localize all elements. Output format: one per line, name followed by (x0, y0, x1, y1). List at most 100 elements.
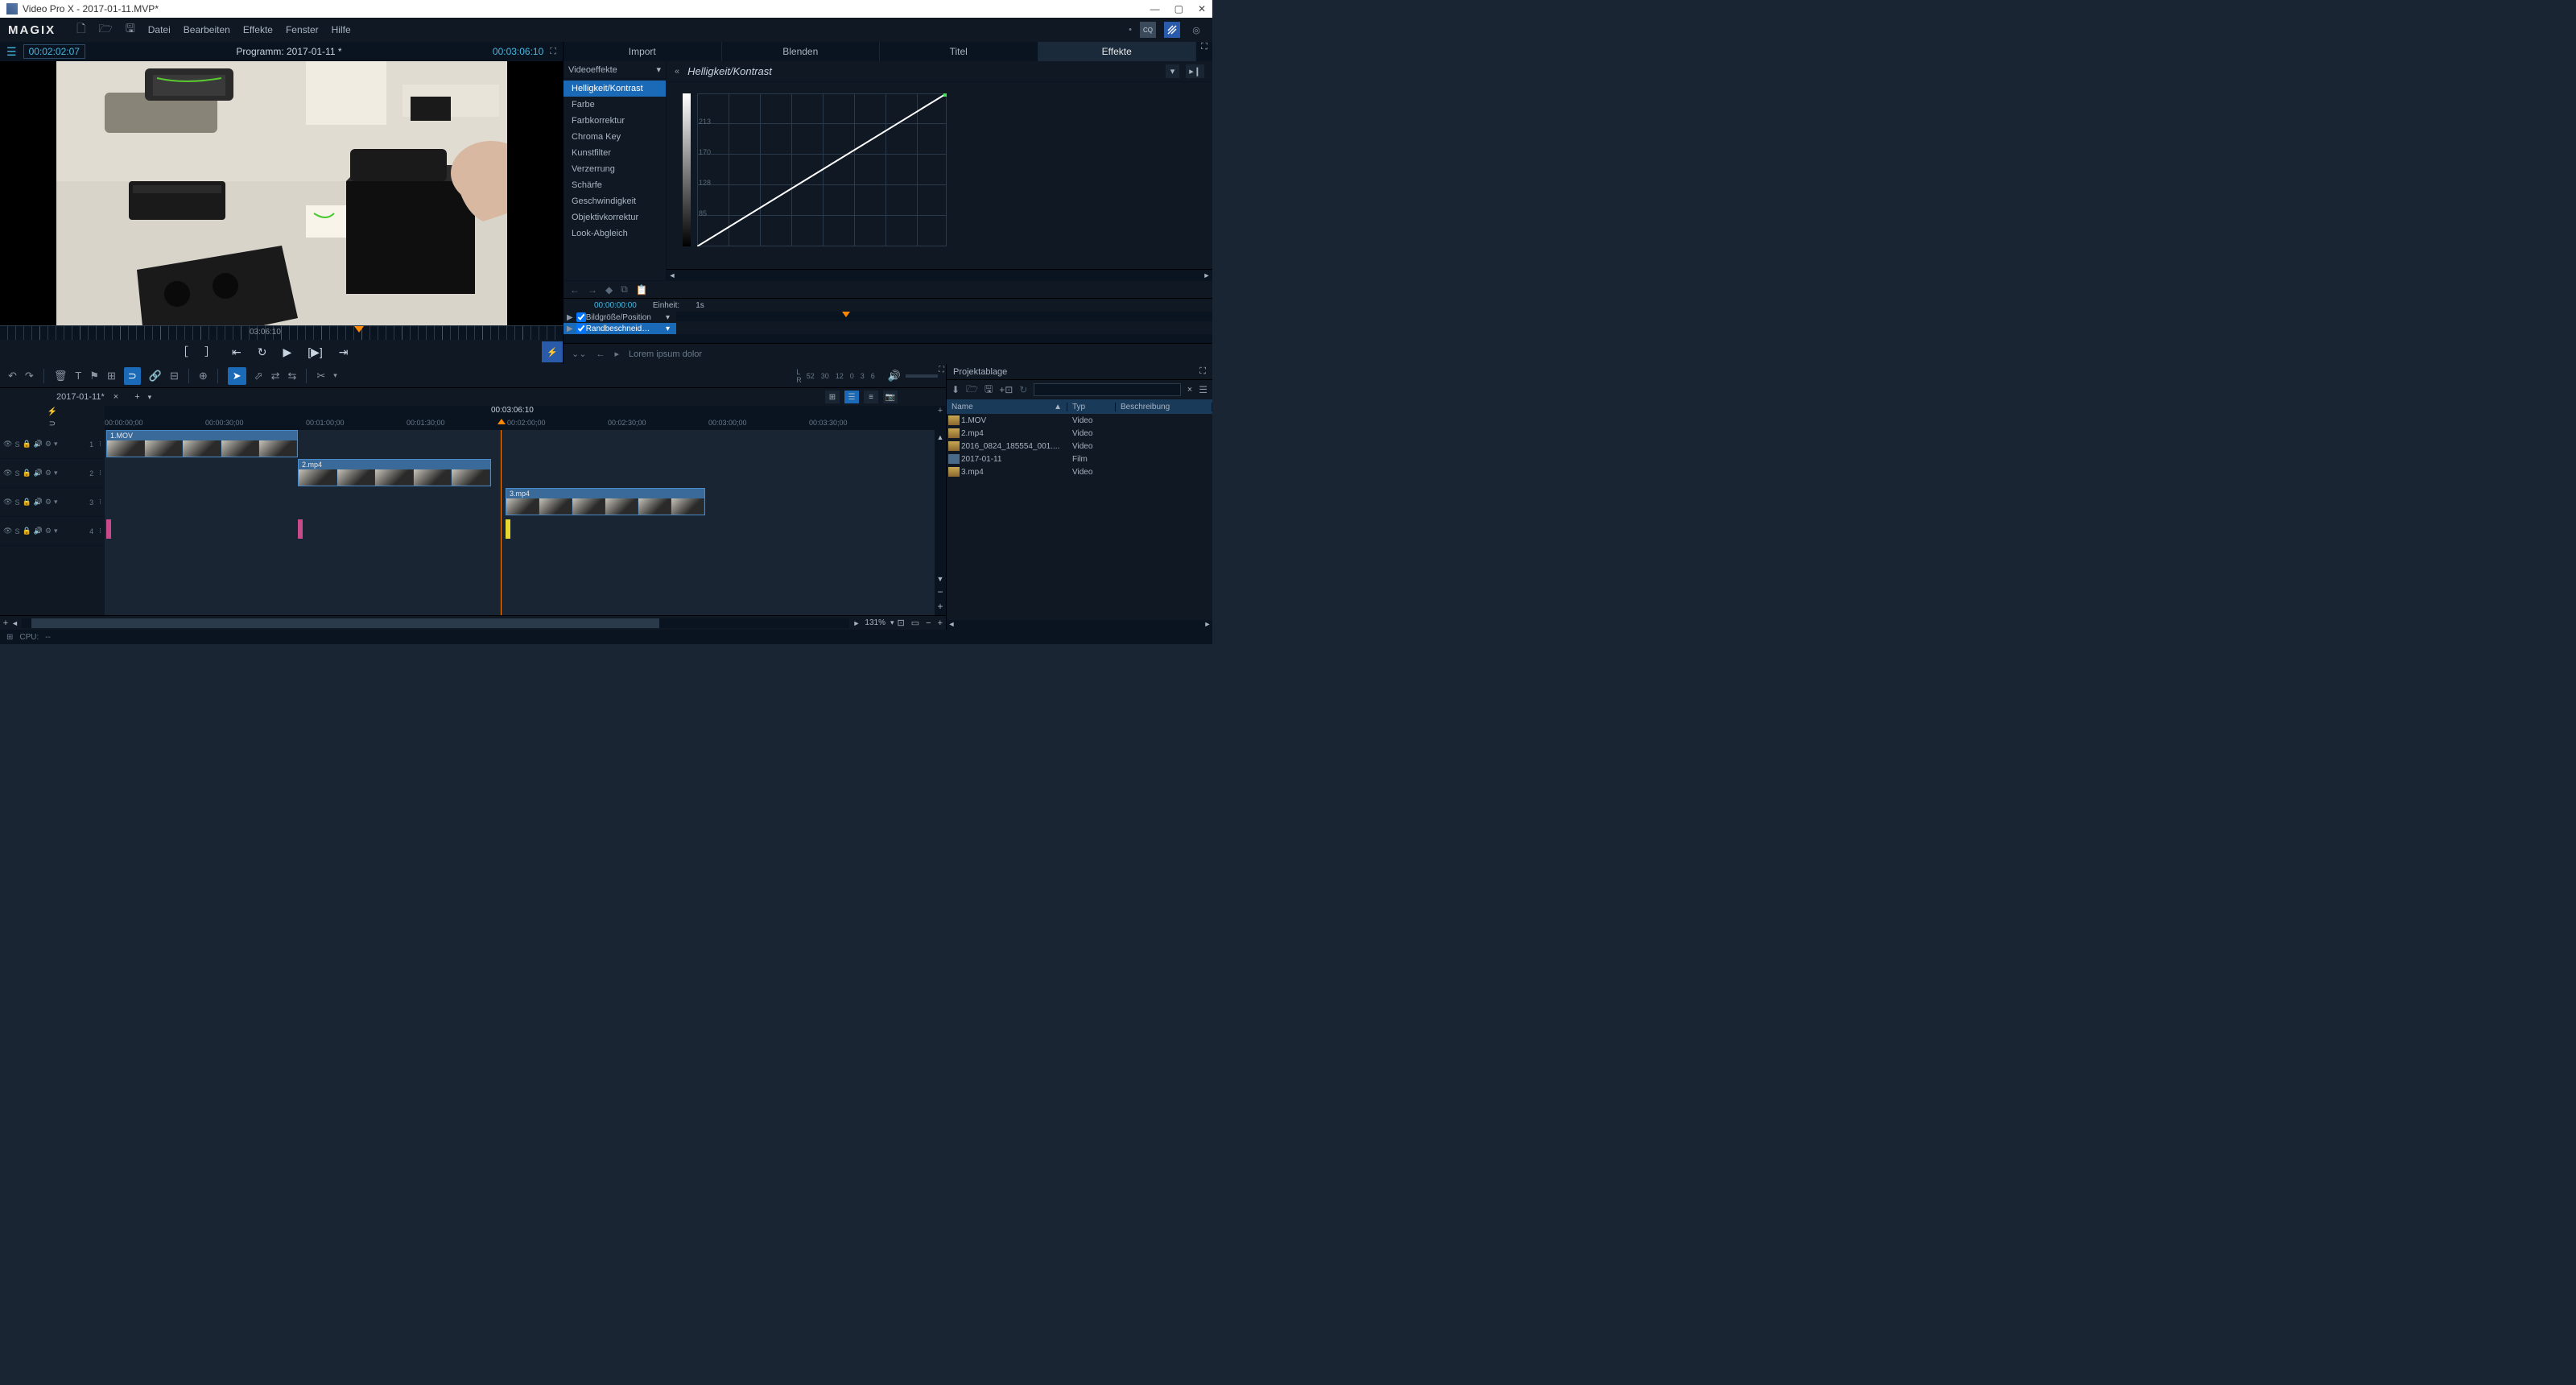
menu-file[interactable]: Datei (148, 24, 171, 35)
playhead-icon[interactable] (497, 419, 506, 424)
scroll-left-tl-icon[interactable]: ◄ (11, 619, 19, 627)
scroll-up-icon[interactable]: ▲ (937, 433, 944, 441)
speaker-icon[interactable]: 🔊 (34, 440, 43, 449)
menu-edit[interactable]: Bearbeiten (184, 24, 230, 35)
arrow-tool-icon[interactable]: ➤ (228, 367, 246, 385)
goto-start-icon[interactable]: ⇤ (232, 345, 242, 359)
fx-skip-icon[interactable]: ▸❙ (1186, 64, 1204, 78)
list-view-icon[interactable]: ☰ (1199, 384, 1208, 395)
scroll-down-icon[interactable]: ▼ (937, 575, 944, 583)
project-row[interactable]: 3.mp4Video (947, 465, 1212, 478)
speaker-icon[interactable]: 🔊 (888, 370, 901, 382)
slip-tool-icon[interactable]: ⇄ (271, 370, 280, 382)
lightning-icon[interactable]: ⚡ (542, 341, 563, 362)
tab-dropdown-icon[interactable]: ▾ (148, 393, 152, 402)
zoom-in-icon[interactable]: + (935, 618, 946, 628)
fx-item-helligkeitkontrast[interactable]: Helligkeit/Kontrast (564, 81, 666, 97)
new-folder-icon[interactable]: 🗁 (966, 382, 978, 399)
select-tool-icon[interactable]: ⬀ (254, 370, 263, 382)
scroll-right-icon[interactable]: ► (1201, 271, 1212, 279)
eye-icon[interactable]: 👁 (3, 498, 12, 506)
fx-preset-dropdown-icon[interactable]: ▾ (1166, 64, 1180, 78)
prev-keyframe-icon[interactable]: ← (570, 284, 580, 296)
kf-playhead-icon[interactable] (842, 312, 850, 317)
close-tab-icon[interactable]: × (114, 392, 118, 402)
view-grid-icon[interactable]: ⊞ (825, 391, 840, 403)
undo-icon[interactable]: ↶ (8, 370, 17, 382)
view-list-icon[interactable]: ☰ (844, 391, 859, 403)
add-tab-icon[interactable]: + (134, 392, 139, 402)
scroll-left-icon[interactable]: ◄ (667, 271, 678, 279)
fx-item-kunstfilter[interactable]: Kunstfilter (564, 145, 666, 161)
redo-icon[interactable]: ↷ (25, 370, 34, 382)
stripes-icon[interactable] (1164, 22, 1180, 38)
lightning-small-icon[interactable]: ⚡ (47, 407, 57, 416)
col-desc[interactable]: Beschreibung (1116, 403, 1212, 411)
project-h-scrollbar[interactable]: ◄ ► (947, 620, 1212, 630)
play-icon[interactable]: ▶ (283, 345, 291, 359)
forward-arrow-icon[interactable]: ▸ (614, 349, 619, 359)
timecode-in[interactable]: 00:02:02:07 (23, 44, 85, 59)
kf-check-2[interactable] (576, 324, 586, 333)
add-marker-icon[interactable]: + (935, 406, 946, 416)
new-bin-icon[interactable]: +⊡ (999, 384, 1013, 395)
import-media-icon[interactable]: ⬇ (952, 384, 960, 395)
eye-icon[interactable]: 👁 (3, 469, 12, 478)
menu-window[interactable]: Fenster (286, 24, 319, 35)
paste-keyframe-icon[interactable]: 📋 (636, 284, 648, 296)
kf-check-1[interactable] (576, 312, 586, 322)
kf-timecode[interactable]: 00:00:00:00 (594, 301, 637, 310)
fx-item-geschwindigkeit[interactable]: Geschwindigkeit (564, 193, 666, 209)
tab-blend[interactable]: Blenden (722, 42, 881, 61)
open-folder-icon[interactable]: 🗁 (98, 20, 112, 39)
tab-effects[interactable]: Effekte (1038, 42, 1197, 61)
eye-icon[interactable]: 👁 (3, 527, 12, 535)
project-row[interactable]: 2.mp4Video (947, 427, 1212, 440)
new-file-icon[interactable]: 🗋 (76, 20, 85, 39)
zoom-out-icon[interactable]: − (923, 618, 934, 628)
title-icon[interactable]: T (75, 370, 81, 382)
snap-small-icon[interactable]: ⊃ (49, 420, 56, 428)
fx-item-farbe[interactable]: Farbe (564, 97, 666, 113)
save-bin-icon[interactable]: 🖫 (985, 382, 993, 399)
project-row[interactable]: 2016_0824_185554_001....Video (947, 440, 1212, 453)
solo-icon[interactable]: S (14, 498, 19, 506)
back-arrow-icon[interactable]: ← (596, 349, 605, 359)
chevron-down-icon[interactable]: ▾ (666, 313, 670, 322)
menu-effects[interactable]: Effekte (243, 24, 273, 35)
marker-pink[interactable] (106, 519, 111, 539)
project-row[interactable]: 2017-01-11Film (947, 453, 1212, 465)
eye-icon[interactable]: 👁 (3, 440, 12, 449)
menu-help[interactable]: Hilfe (332, 24, 351, 35)
flag-icon[interactable]: ⚑ (89, 370, 99, 382)
slide-tool-icon[interactable]: ⇆ (287, 370, 296, 382)
timeline-h-scrollbar[interactable] (22, 618, 850, 628)
maximize-panel-icon[interactable]: ⛶ (550, 47, 556, 57)
expand-icon[interactable]: ▶ (567, 313, 573, 322)
lock-icon[interactable]: 🔒 (22, 440, 31, 449)
fx-item-schrfe[interactable]: Schärfe (564, 177, 666, 193)
kf-row-size-position[interactable]: ▶ Bildgröße/Position ▾ (564, 312, 676, 323)
close-button[interactable]: ✕ (1198, 3, 1206, 14)
refresh-icon[interactable]: ↻ (1019, 384, 1027, 395)
fx-category-dropdown[interactable]: Videoeffekte ▾ (564, 61, 666, 79)
fx-icon[interactable]: ⚙ (45, 527, 52, 535)
back-icon[interactable]: « (675, 67, 679, 76)
loop-icon[interactable]: ↻ (258, 345, 267, 359)
clear-search-icon[interactable]: × (1187, 385, 1192, 395)
kf-timeline[interactable] (676, 312, 1212, 334)
zoom-fit-icon[interactable]: ⊡ (894, 618, 908, 628)
view-compact-icon[interactable]: ≡ (864, 391, 878, 403)
kf-row-crop[interactable]: ▶ Randbeschneidung-Aus... ▾ (564, 323, 676, 334)
lock-icon[interactable]: 🔒 (22, 469, 31, 478)
cut-tool-icon[interactable]: ✂ (316, 370, 325, 382)
clip-3-mp4[interactable]: 3.mp4 (506, 488, 705, 515)
maximize-project-icon[interactable]: ⛶ (1199, 366, 1206, 377)
scroll-right-icon[interactable]: ► (1203, 620, 1212, 630)
preview-ruler[interactable]: 03:06:10 (0, 325, 563, 340)
collapse-icon[interactable]: ⁝ (99, 498, 101, 506)
collapse-icon[interactable]: ⁝ (99, 527, 101, 535)
tab-import[interactable]: Import (564, 42, 722, 61)
fx-item-objektivkorrektur[interactable]: Objektivkorrektur (564, 209, 666, 225)
save-icon[interactable]: 🖫 (126, 20, 135, 39)
